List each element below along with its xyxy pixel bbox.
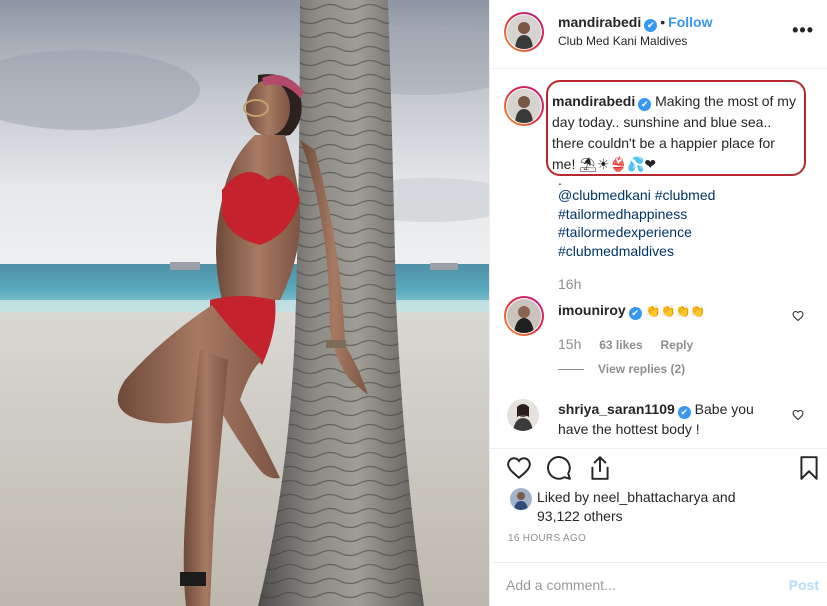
caption-time[interactable]: 16h	[558, 276, 581, 292]
author-username[interactable]: mandirabedi	[558, 14, 641, 30]
commenter-avatar[interactable]	[504, 296, 544, 336]
follow-button[interactable]: Follow	[668, 14, 712, 30]
comment-input[interactable]	[506, 575, 766, 595]
post-details-panel: mandirabedi ✔ • Follow Club Med Kani Maldiv…	[489, 0, 827, 606]
hashtag-link[interactable]: #tailormedexperience	[558, 223, 715, 242]
instagram-post: mandirabedi ✔ • Follow Club Med Kani Maldiv…	[0, 0, 827, 606]
bookmark-icon[interactable]	[796, 455, 822, 481]
reply-button[interactable]: Reply	[661, 338, 694, 352]
hashtag-link[interactable]: #clubmedmaldives	[558, 242, 715, 261]
view-replies-line	[558, 368, 584, 370]
author-avatar[interactable]	[504, 12, 544, 52]
likes-line-2: 93,122 others	[537, 508, 623, 524]
hashtag-list: @clubmedkani #clubmed #tailormedhappines…	[558, 186, 715, 260]
beach-photo-image	[0, 0, 489, 606]
caption-avatar[interactable]	[504, 86, 544, 126]
liker-avatar-image	[510, 488, 532, 510]
verified-badge-icon: ✔	[677, 406, 691, 419]
post-comment-button[interactable]: Post	[789, 577, 819, 593]
comment-like-icon[interactable]	[792, 310, 804, 322]
caption-text-block: mandirabedi ✔ Making the most of my day t…	[552, 91, 802, 175]
commenter-avatar-image	[507, 399, 539, 431]
comment-likes-count[interactable]: 63 likes	[599, 338, 642, 352]
comment-meta: 15h 63 likes Reply	[558, 336, 693, 352]
action-bar	[490, 448, 827, 484]
share-icon[interactable]	[587, 455, 613, 481]
separator-dot: •	[660, 14, 666, 30]
caption-username[interactable]: mandirabedi	[552, 93, 635, 109]
comment-text: 👏👏👏👏	[645, 304, 706, 318]
comment-username[interactable]: imouniroy	[558, 302, 626, 318]
verified-badge-icon: ✔	[638, 98, 652, 111]
likes-summary[interactable]: Liked by neel_bhattacharya and 93,122 ot…	[537, 488, 735, 526]
posted-time[interactable]: 16 HOURS AGO	[508, 533, 586, 544]
post-photo[interactable]	[0, 0, 489, 606]
comment-row: shriya_saran1109 ✔ Babe you have the hott…	[558, 399, 786, 439]
comment-like-icon[interactable]	[792, 409, 804, 421]
post-header: mandirabedi ✔ • Follow Club Med Kani Maldiv…	[490, 0, 827, 69]
view-replies-row[interactable]: View replies (2)	[558, 360, 685, 376]
add-comment-bar: Post	[490, 562, 827, 606]
verified-badge-icon: ✔	[628, 307, 642, 320]
comment-username[interactable]: shriya_saran1109	[558, 401, 675, 417]
view-replies-button[interactable]: View replies (2)	[598, 362, 685, 376]
verified-badge-icon: ✔	[644, 19, 658, 32]
commenter-avatar-image	[507, 299, 541, 333]
liker-avatar[interactable]	[510, 488, 532, 510]
location-link[interactable]: Club Med Kani Maldives	[558, 34, 687, 48]
comment-time[interactable]: 15h	[558, 336, 581, 352]
comment-row: imouniroy ✔ 👏👏👏👏	[558, 300, 786, 321]
likes-line-1: Liked by neel_bhattacharya and	[537, 489, 736, 505]
caption-avatar-image	[507, 89, 541, 123]
comment-icon[interactable]	[546, 455, 572, 481]
heart-icon[interactable]	[506, 455, 532, 481]
author-avatar-image	[507, 15, 541, 49]
commenter-avatar[interactable]	[507, 399, 539, 431]
hashtag-link[interactable]: @clubmedkani #clubmed	[558, 186, 715, 205]
more-options-icon[interactable]: •••	[792, 20, 814, 41]
hashtag-link[interactable]: #tailormedhappiness	[558, 205, 715, 224]
